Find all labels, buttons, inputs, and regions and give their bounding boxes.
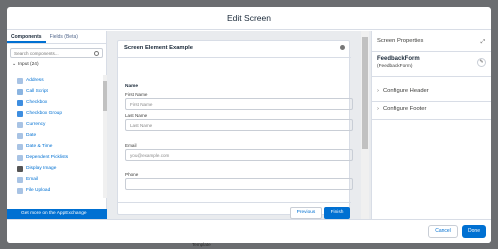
search-placeholder: Search components... xyxy=(14,51,59,56)
scrollbar-thumb[interactable] xyxy=(362,37,368,149)
edit-pencil-icon[interactable]: ✎ xyxy=(477,58,486,67)
checkbox-group-icon xyxy=(17,110,23,117)
component-label: Date xyxy=(26,133,37,138)
modal-title: Edit Screen xyxy=(227,13,271,23)
configure-footer-label: Configure Footer xyxy=(382,106,427,112)
components-panel: Components Fields (Beta) Search componen… xyxy=(7,31,107,219)
first-name-label: First Name xyxy=(125,92,148,97)
first-name-field[interactable]: First Name xyxy=(125,98,353,110)
component-item[interactable]: Checkbox xyxy=(7,97,103,108)
divider xyxy=(372,119,491,120)
component-item[interactable]: Date & Time xyxy=(7,141,103,152)
gear-icon[interactable] xyxy=(340,45,345,50)
email-icon xyxy=(17,176,23,183)
canvas-scrollbar[interactable] xyxy=(361,31,369,219)
currency-icon xyxy=(17,121,23,128)
component-label: File Upload xyxy=(26,188,51,193)
divider xyxy=(118,57,351,58)
component-label: Call Script xyxy=(26,89,48,94)
canvas-footer-divider xyxy=(118,202,351,203)
screen-canvas[interactable]: Screen Element Example Name First Name F… xyxy=(117,40,353,219)
chevron-down-icon: ⌄ xyxy=(12,62,17,67)
divider xyxy=(372,76,491,77)
modal-header: Edit Screen xyxy=(7,7,491,30)
chevron-right-icon: › xyxy=(377,106,379,112)
component-item[interactable]: Currency xyxy=(7,119,103,130)
name-section-label: Name xyxy=(125,84,139,89)
search-icon xyxy=(94,51,99,56)
component-label: Checkbox Group xyxy=(26,111,62,116)
configure-header-section[interactable]: › Configure Header xyxy=(377,88,429,94)
email-field[interactable]: you@example.com xyxy=(125,149,353,161)
last-name-label: Last Name xyxy=(125,113,148,118)
configure-header-label: Configure Header xyxy=(382,88,429,94)
screen-title: Screen Element Example xyxy=(124,45,193,51)
email-label: Email xyxy=(125,143,137,148)
dependent-picklists-icon xyxy=(17,154,23,161)
appexchange-link[interactable]: Get more on the AppExchange xyxy=(7,209,107,219)
chevron-right-icon: › xyxy=(377,88,379,94)
component-label: Date & Time xyxy=(26,144,53,149)
file-upload-icon xyxy=(17,187,23,194)
component-label: Checkbox xyxy=(26,100,48,105)
screen-properties-panel: Screen Properties ⤢ FeedbackForm (Feedba… xyxy=(371,31,491,219)
component-item[interactable]: Display Image xyxy=(7,163,103,174)
panel-tabs: Components Fields (Beta) xyxy=(7,31,106,44)
cancel-button[interactable]: Cancel xyxy=(428,225,458,238)
divider xyxy=(372,101,491,102)
tab-fields-beta[interactable]: Fields (Beta) xyxy=(46,31,82,43)
screen-name: FeedbackForm xyxy=(377,56,420,62)
input-group-toggle[interactable]: ⌄ Input (24) xyxy=(12,62,106,67)
component-item[interactable]: Address xyxy=(7,75,103,86)
phone-label: Phone xyxy=(125,172,139,177)
last-name-placeholder: Last Name xyxy=(130,123,153,128)
screen-canvas-area: Screen Element Example Name First Name F… xyxy=(107,31,371,219)
group-label: Input (24) xyxy=(18,62,39,67)
expand-icon[interactable]: ⤢ xyxy=(481,39,485,46)
component-label: Dependent Picklists xyxy=(26,155,69,160)
component-item[interactable]: File Upload xyxy=(7,185,103,196)
done-button[interactable]: Done xyxy=(462,225,486,238)
address-icon xyxy=(17,77,23,84)
component-item[interactable]: Date xyxy=(7,130,103,141)
date-time-icon xyxy=(17,143,23,150)
previous-button[interactable]: Previous xyxy=(290,207,322,219)
configure-footer-section[interactable]: › Configure Footer xyxy=(377,106,426,112)
checkbox-icon xyxy=(17,99,23,106)
component-label: Currency xyxy=(26,122,46,127)
component-list: Address Call Script Checkbox Checkbox Group… xyxy=(7,75,103,198)
background-template-label: Template xyxy=(192,242,211,247)
email-placeholder: you@example.com xyxy=(130,153,170,158)
finish-button[interactable]: Finish xyxy=(324,207,350,219)
phone-field[interactable] xyxy=(125,178,353,190)
component-item[interactable]: Email xyxy=(7,174,103,185)
component-item[interactable]: Call Script xyxy=(7,86,103,97)
edit-screen-modal: Edit Screen Components Fields (Beta) Sea… xyxy=(7,7,491,243)
component-item[interactable]: Dependent Picklists xyxy=(7,152,103,163)
component-item[interactable]: Checkbox Group xyxy=(7,108,103,119)
component-label: Address xyxy=(26,78,44,83)
divider xyxy=(372,51,491,52)
modal-footer: Cancel Done xyxy=(7,219,491,243)
properties-title: Screen Properties xyxy=(377,38,424,44)
display-image-icon xyxy=(17,165,23,172)
tab-components[interactable]: Components xyxy=(7,31,46,43)
component-label: Email xyxy=(26,177,38,182)
search-components-input[interactable]: Search components... xyxy=(10,48,103,58)
last-name-field[interactable]: Last Name xyxy=(125,119,353,131)
first-name-placeholder: First Name xyxy=(130,102,153,107)
date-icon xyxy=(17,132,23,139)
screen-api-name: (FeedbackForm) xyxy=(377,64,413,69)
call-script-icon xyxy=(17,88,23,95)
component-label: Display Image xyxy=(26,166,57,171)
